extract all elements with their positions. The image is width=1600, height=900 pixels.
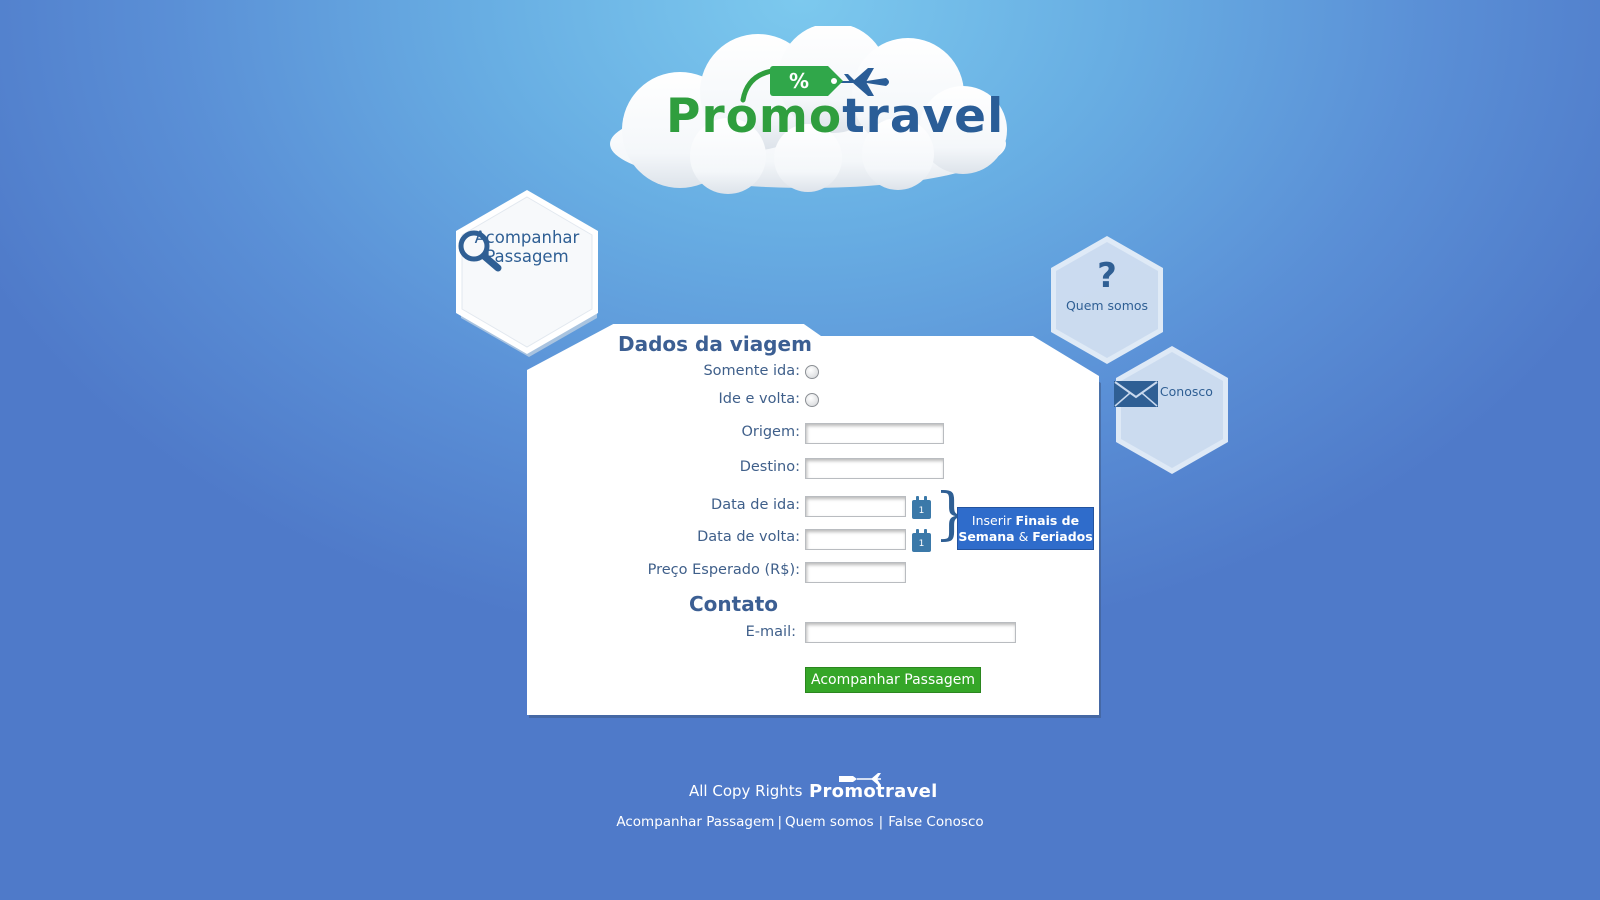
expected-price-label: Preço Esperado (R$): <box>647 562 800 578</box>
calendar-icon[interactable]: 1 <box>912 496 931 519</box>
weekend-btn-bold-3: Feriados <box>1032 529 1093 544</box>
weekend-btn-prefix: Inserir <box>971 513 1016 528</box>
brand-logo[interactable]: % Promotravel <box>608 26 1010 196</box>
round-trip-radio[interactable] <box>805 393 819 407</box>
hexagon-shape <box>1116 346 1228 474</box>
brand-wordmark: Promotravel <box>666 89 1004 144</box>
brand-part-2: travel <box>842 89 1005 144</box>
footer-link-contact[interactable]: False Conosco <box>888 814 983 830</box>
weekend-btn-amp: & <box>1014 529 1033 544</box>
envelope-icon <box>1114 381 1158 407</box>
footer-separator: | <box>878 814 884 830</box>
footer-logo-text: Promotravel <box>809 781 938 802</box>
submit-track-button[interactable]: Acompanhar Passagem <box>805 667 981 693</box>
question-icon: ? <box>1097 256 1117 296</box>
weekend-btn-bold-1: Finais de <box>1015 513 1080 528</box>
magnifier-icon <box>458 230 502 272</box>
nav-about-label: Quem somos <box>1065 298 1149 313</box>
footer-link-track[interactable]: Acompanhar Passagem <box>616 814 774 830</box>
weekend-btn-bold-2: Semana <box>958 529 1015 544</box>
round-trip-label: Ide e volta: <box>718 391 800 407</box>
one-way-label: Somente ida: <box>703 363 800 379</box>
footer-logo[interactable]: Promotravel <box>809 770 937 802</box>
origin-label: Origem: <box>741 424 800 440</box>
destination-label: Destino: <box>739 459 800 475</box>
depart-date-input[interactable] <box>805 496 906 517</box>
expected-price-input[interactable] <box>805 562 906 583</box>
footer-links: Acompanhar Passagem | Quem somos | False Con… <box>0 814 1600 830</box>
origin-input[interactable] <box>805 423 944 444</box>
return-date-input[interactable] <box>805 529 906 550</box>
brand-part-1: Promo <box>666 89 843 144</box>
footer-link-about[interactable]: Quem somos <box>785 814 874 830</box>
email-label: E-mail: <box>745 624 796 640</box>
one-way-radio[interactable] <box>805 365 819 379</box>
footer-copyright: All Copy Rights <box>689 782 803 800</box>
return-date-label: Data de volta: <box>697 529 800 545</box>
destination-input[interactable] <box>805 458 944 479</box>
insert-weekends-holidays-button[interactable]: Inserir Finais de Semana & Feriados <box>957 507 1094 550</box>
form-title: Dados da viagem <box>618 332 812 356</box>
calendar-day-number: 1 <box>918 539 925 549</box>
depart-date-label: Data de ida: <box>711 497 800 513</box>
trip-form-card: Dados da viagem Somente ida: Ide e volta… <box>527 324 1101 718</box>
email-input[interactable] <box>805 622 1016 643</box>
nav-contact[interactable]: Fale Conosco <box>1113 344 1231 476</box>
calendar-icon[interactable]: 1 <box>912 529 931 552</box>
contact-title: Contato <box>688 592 778 616</box>
calendar-day-number: 1 <box>918 506 925 516</box>
footer-separator: | <box>777 814 782 830</box>
